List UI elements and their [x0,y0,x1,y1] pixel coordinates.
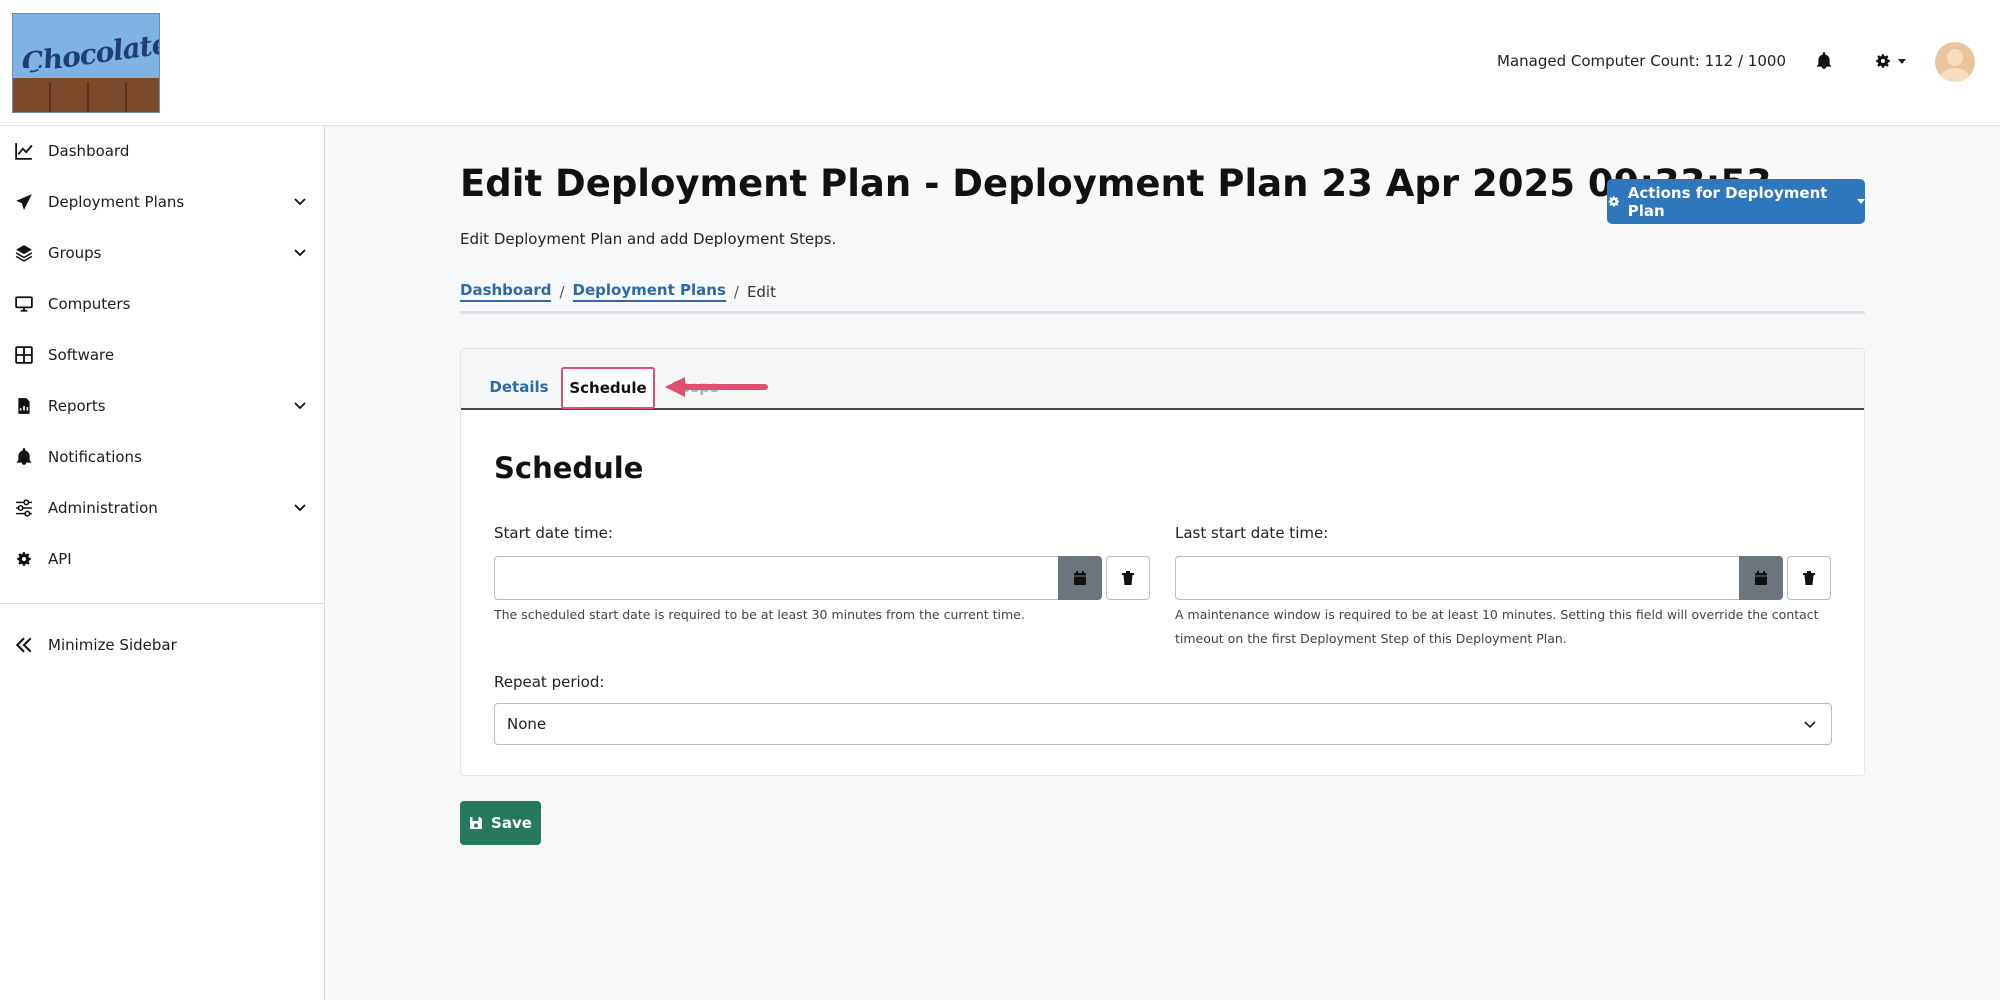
breadcrumb-divider [460,311,1865,314]
chevron-down-icon [1857,199,1865,204]
sidebar-item-reports[interactable]: Reports [0,386,325,426]
gear-icon [17,552,31,566]
last-start-date-calendar-button[interactable] [1739,556,1783,600]
chevron-down-icon [1898,58,1906,64]
last-start-date-help-line-1: A maintenance window is required to be a… [1175,607,1819,622]
page-title: Edit Deployment Plan - Deployment Plan 2… [460,162,1772,205]
repeat-period-label: Repeat period: [494,673,605,691]
sidebar-item-deployment-plans[interactable]: Deployment Plans [0,182,325,222]
chevron-down-icon [294,504,306,512]
last-start-date-input[interactable] [1175,556,1740,600]
sidebar-item-label: Computers [48,295,131,313]
table-grid-icon [15,346,33,364]
start-date-calendar-button[interactable] [1058,556,1102,600]
repeat-period-select[interactable]: None [494,703,1832,745]
sidebar-item-notifications[interactable]: Notifications [0,437,325,477]
tab-details[interactable]: Details [481,366,557,408]
chevron-down-icon [1804,721,1816,729]
last-start-date-clear-button[interactable] [1787,556,1831,600]
notifications-bell-icon[interactable] [1815,52,1833,70]
tab-bar: Details Steps Schedule [461,349,1864,410]
actions-button-label: Actions for Deployment Plan [1627,183,1828,220]
theme-dropdown[interactable] [1874,52,1906,70]
deployment-plan-card: Details Steps Schedule Schedule Start da… [460,348,1865,776]
breadcrumb-deployment-plans-link[interactable]: Deployment Plans [572,281,726,302]
sidebar-item-label: Software [48,346,115,364]
sidebar-item-label: API [48,550,72,568]
save-button-label: Save [491,814,532,832]
calendar-icon [1755,570,1767,585]
schedule-heading: Schedule [494,451,644,485]
sidebar-item-label: Administration [48,499,158,517]
sidebar-item-label: Dashboard [48,142,130,160]
floppy-disk-icon [470,817,483,829]
trash-icon [1803,570,1815,585]
start-date-clear-button[interactable] [1106,556,1150,600]
top-header: Chocolatey Managed Computer Count: 112 /… [0,0,2000,126]
start-date-input[interactable] [494,556,1059,600]
page-subtitle: Edit Deployment Plan and add Deployment … [460,230,837,248]
sidebar-item-software[interactable]: Software [0,335,325,375]
desktop-icon [15,296,33,312]
gear-icon [1876,54,1890,68]
sidebar-item-dashboard[interactable]: Dashboard [0,131,325,171]
sliders-icon [16,499,32,517]
repeat-period-value: None [507,715,547,733]
last-start-date-help-line-2: timeout on the first Deployment Step of … [1175,631,1567,646]
breadcrumb: Dashboard / Deployment Plans / Edit [460,281,776,302]
actions-for-deployment-plan-button[interactable]: Actions for Deployment Plan [1607,179,1865,224]
double-chevron-left-icon [15,637,32,653]
breadcrumb-current: Edit [746,282,776,301]
tab-schedule[interactable]: Schedule [561,367,655,409]
user-avatar[interactable] [1935,42,1975,82]
save-button[interactable]: Save [460,801,541,845]
managed-computer-count: Managed Computer Count: 112 / 1000 [1497,52,1786,70]
sidebar-item-label: Reports [48,397,106,415]
paper-plane-icon [16,194,32,210]
bell-icon [16,448,32,465]
file-chart-icon [18,398,30,414]
logo-chocolate-bar [13,68,159,112]
minimize-sidebar-button[interactable]: Minimize Sidebar [0,625,325,665]
sidebar-item-api[interactable]: API [0,539,325,579]
sidebar-item-administration[interactable]: Administration [0,488,325,528]
sidebar-item-computers[interactable]: Computers [0,284,325,324]
sidebar-item-label: Groups [48,244,102,262]
start-date-help: The scheduled start date is required to … [494,607,1025,622]
sidebar: Dashboard Deployment Plans Groups Comput… [0,126,325,1000]
start-date-label: Start date time: [494,524,613,542]
trash-icon [1122,570,1134,585]
chart-line-icon [15,143,33,160]
breadcrumb-dashboard-link[interactable]: Dashboard [460,281,552,302]
sidebar-divider [0,603,325,604]
chocolatey-logo[interactable]: Chocolatey [12,13,160,113]
last-start-date-label: Last start date time: [1175,524,1329,542]
last-start-date-help: A maintenance window is required to be a… [1175,603,1819,651]
chevron-down-icon [294,249,306,257]
gear-icon [1608,196,1620,207]
minimize-sidebar-label: Minimize Sidebar [48,636,177,654]
calendar-icon [1074,570,1086,585]
sidebar-item-label: Deployment Plans [48,193,185,211]
chevron-down-icon [294,198,306,206]
chevron-down-icon [294,402,306,410]
sidebar-item-groups[interactable]: Groups [0,233,325,273]
breadcrumb-separator: / [733,282,739,301]
breadcrumb-separator: / [559,282,565,301]
sidebar-item-label: Notifications [48,448,142,466]
layers-icon [15,245,33,262]
annotation-arrow [661,375,771,399]
